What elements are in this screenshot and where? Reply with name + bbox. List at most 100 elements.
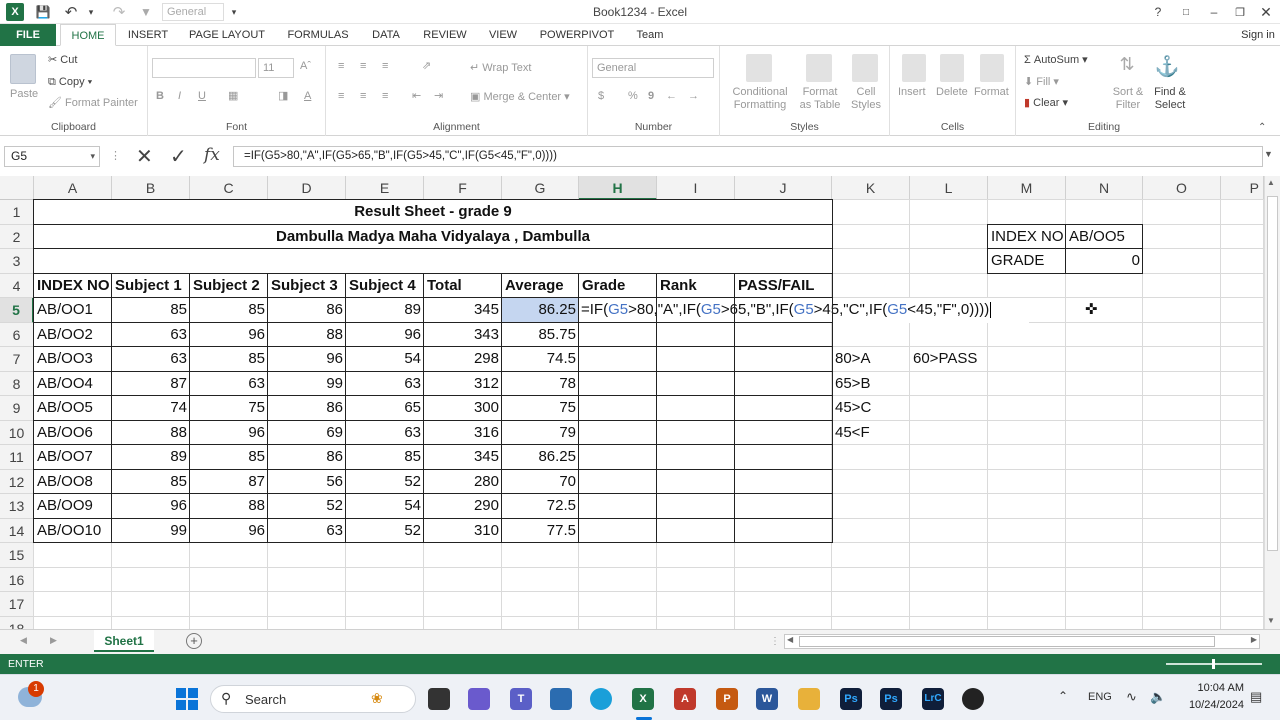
wifi-icon[interactable]: ∿ bbox=[1126, 689, 1137, 705]
decrease-indent-icon[interactable]: ⇤ bbox=[412, 90, 421, 103]
column-header-selected[interactable]: H bbox=[579, 176, 657, 200]
save-icon[interactable]: 💾 bbox=[34, 3, 52, 21]
language-indicator[interactable]: ENG bbox=[1088, 691, 1112, 703]
customize-qa-icon[interactable]: ▾ bbox=[228, 3, 240, 21]
expand-formula-bar-icon[interactable]: ▼ bbox=[1264, 149, 1273, 159]
prev-sheet-icon[interactable]: ◀ bbox=[20, 635, 27, 646]
increase-decimal-icon[interactable]: ← bbox=[666, 90, 677, 103]
word-icon[interactable]: W bbox=[756, 688, 778, 710]
copilot-icon[interactable] bbox=[468, 688, 490, 710]
font-size-dropdown[interactable]: 11 bbox=[258, 58, 294, 78]
grow-font-icon[interactable]: Aˆ bbox=[300, 60, 311, 73]
app-icon[interactable] bbox=[962, 688, 984, 710]
tab-page-layout[interactable]: PAGE LAYOUT bbox=[182, 24, 272, 46]
number-format-dropdown[interactable]: General bbox=[592, 58, 714, 78]
scroll-down-icon[interactable]: ▼ bbox=[1267, 616, 1275, 625]
merge-center-button[interactable]: ▣ Merge & Center ▾ bbox=[470, 91, 570, 104]
tab-view[interactable]: VIEW bbox=[480, 24, 526, 46]
redo-icon[interactable]: ↷ bbox=[110, 3, 128, 21]
note-cell[interactable]: 80>A bbox=[832, 347, 910, 372]
fill-color-icon[interactable]: ◨ bbox=[278, 90, 288, 103]
windows-start-icon[interactable] bbox=[176, 688, 198, 710]
insert-cells-icon[interactable] bbox=[902, 54, 926, 82]
sign-in-link[interactable]: Sign in bbox=[1236, 24, 1280, 46]
sheet-tab-sheet1[interactable]: Sheet1 bbox=[94, 630, 154, 652]
format-cells-icon[interactable] bbox=[980, 54, 1004, 82]
tab-review[interactable]: REVIEW bbox=[418, 24, 472, 46]
decrease-decimal-icon[interactable]: → bbox=[688, 90, 699, 103]
undo-dropdown-icon[interactable]: ▾ bbox=[84, 3, 98, 21]
task-view-icon[interactable] bbox=[428, 688, 450, 710]
autosum-button[interactable]: Σ AutoSum ▾ bbox=[1024, 54, 1088, 67]
note-cell[interactable]: 45>C bbox=[832, 396, 910, 421]
undo-icon[interactable]: ↶ bbox=[62, 3, 80, 21]
access-icon[interactable]: A bbox=[674, 688, 696, 710]
row-header[interactable]: 11 bbox=[0, 445, 34, 470]
row-header[interactable]: 2 bbox=[0, 224, 34, 249]
column-header[interactable]: O bbox=[1143, 176, 1221, 200]
horizontal-scrollbar[interactable]: ◀ ▶ bbox=[784, 634, 1260, 649]
delete-cells-icon[interactable] bbox=[940, 54, 964, 82]
clock-time[interactable]: 10:04 AM bbox=[1178, 682, 1244, 694]
scroll-right-icon[interactable]: ▶ bbox=[1251, 635, 1257, 644]
help-icon[interactable]: ? bbox=[1150, 3, 1166, 21]
tab-home[interactable]: HOME bbox=[60, 24, 116, 46]
format-as-table-icon[interactable] bbox=[806, 54, 832, 82]
column-header[interactable]: C bbox=[190, 176, 268, 200]
find-select-button[interactable]: Find & Select bbox=[1150, 86, 1190, 112]
column-header[interactable]: B bbox=[112, 176, 190, 200]
vertical-scrollbar[interactable]: ▲ ▼ bbox=[1264, 176, 1280, 629]
align-center-icon[interactable]: ≡ bbox=[360, 90, 366, 103]
tab-team[interactable]: Team bbox=[628, 24, 672, 46]
row-header-selected[interactable]: 5 bbox=[0, 298, 34, 323]
cell-styles-button[interactable]: Cell Styles bbox=[846, 86, 886, 112]
ribbon-display-icon[interactable]: □ bbox=[1178, 3, 1194, 21]
align-middle-icon[interactable]: ≡ bbox=[360, 60, 366, 73]
bold-button[interactable]: B bbox=[156, 90, 164, 103]
tab-split-grip-icon[interactable]: ⋮ bbox=[770, 636, 780, 647]
tab-file[interactable]: FILE bbox=[0, 24, 56, 46]
collapse-ribbon-icon[interactable]: ⌃ bbox=[1258, 122, 1266, 133]
column-header[interactable]: A bbox=[34, 176, 112, 200]
row-header[interactable]: 1 bbox=[0, 200, 34, 225]
row-header[interactable]: 15 bbox=[0, 543, 34, 568]
row-header[interactable]: 17 bbox=[0, 592, 34, 617]
font-color-icon[interactable]: A bbox=[304, 90, 311, 103]
file-explorer-icon[interactable] bbox=[798, 688, 820, 710]
fill-button[interactable]: ⬇ Fill ▾ bbox=[1024, 76, 1059, 89]
cancel-entry-icon[interactable]: ✕ bbox=[136, 144, 153, 169]
clock-date[interactable]: 10/24/2024 bbox=[1178, 699, 1244, 711]
cut-button[interactable]: ✂ Cut bbox=[48, 54, 77, 67]
column-header[interactable]: P bbox=[1221, 176, 1264, 200]
percent-button[interactable]: % bbox=[628, 90, 638, 103]
row-header[interactable]: 16 bbox=[0, 567, 34, 592]
paste-button[interactable]: Paste bbox=[10, 88, 38, 101]
next-sheet-icon[interactable]: ▶ bbox=[50, 635, 57, 646]
format-painter-button[interactable]: 🖌 Format Painter bbox=[48, 97, 138, 110]
close-icon[interactable]: ✕ bbox=[1258, 3, 1274, 21]
row-header[interactable]: 10 bbox=[0, 420, 34, 445]
insert-function-icon[interactable]: fx bbox=[204, 145, 220, 165]
scroll-left-icon[interactable]: ◀ bbox=[787, 635, 793, 644]
comma-button[interactable]: 9 bbox=[648, 90, 654, 103]
row-header[interactable]: 3 bbox=[0, 249, 34, 274]
format-as-table-button[interactable]: Format as Table bbox=[796, 86, 844, 112]
column-header[interactable]: D bbox=[268, 176, 346, 200]
row-header[interactable]: 14 bbox=[0, 518, 34, 543]
format-cells-button[interactable]: Format bbox=[974, 86, 1009, 99]
show-hidden-icons-icon[interactable]: ⌃ bbox=[1058, 689, 1068, 703]
teams-icon[interactable]: T bbox=[510, 688, 532, 710]
sort-filter-button[interactable]: Sort & Filter bbox=[1110, 86, 1146, 112]
column-header[interactable]: I bbox=[657, 176, 735, 200]
confirm-entry-icon[interactable]: ✓ bbox=[170, 144, 187, 169]
row-header[interactable]: 12 bbox=[0, 469, 34, 494]
align-left-icon[interactable]: ≡ bbox=[338, 90, 344, 103]
horizontal-scroll-thumb[interactable] bbox=[799, 636, 1215, 647]
column-header[interactable]: L bbox=[910, 176, 988, 200]
currency-button[interactable]: $ bbox=[598, 90, 604, 103]
taskbar-search-box[interactable]: ⚲ Search ❀ bbox=[210, 685, 416, 713]
filter-icon[interactable]: ▼ bbox=[138, 3, 154, 21]
row-header[interactable]: 18 bbox=[0, 616, 34, 629]
new-sheet-icon[interactable]: + bbox=[186, 633, 202, 649]
conditional-formatting-icon[interactable] bbox=[746, 54, 772, 82]
